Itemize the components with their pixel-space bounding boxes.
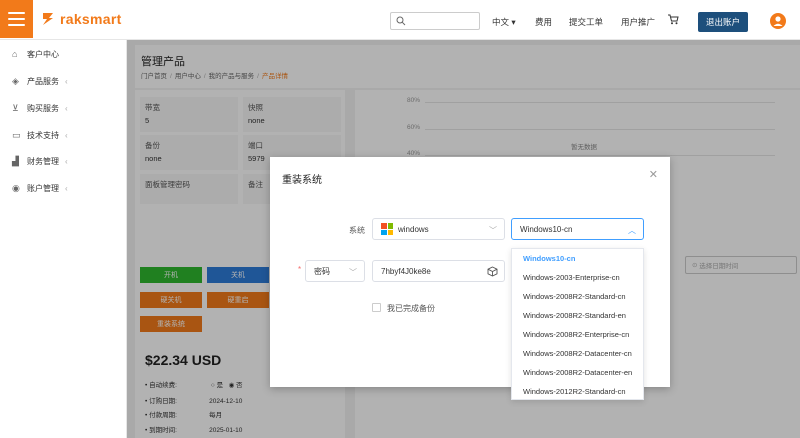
search-input[interactable] xyxy=(390,12,480,30)
os-option[interactable]: Windows-2012R2-Standard-cn xyxy=(512,382,643,399)
sidebar-item-label: 财务管理 xyxy=(27,156,59,166)
os-option[interactable]: Windows-2008R2-Enterprise-cn xyxy=(512,325,643,344)
menu-bar xyxy=(8,18,25,20)
chevron-left-icon: ‹ xyxy=(65,103,68,113)
os-version-value: Windows10-cn xyxy=(520,224,573,234)
sidebar-item-customer-center[interactable]: ⌂ 客户中心 xyxy=(12,47,59,61)
bank-icon: ▟ xyxy=(12,155,19,166)
credential-type-value: 密码 xyxy=(314,266,330,276)
windows-logo-icon xyxy=(381,223,393,235)
cart-icon[interactable] xyxy=(668,14,679,25)
os-option[interactable]: Windows-2008R2-Datacenter-cn xyxy=(512,344,643,363)
logo-icon xyxy=(43,13,53,25)
home-icon: ⌂ xyxy=(12,48,18,59)
sidebar-item-purchase[interactable]: ⊻ 购买服务 ‹ xyxy=(12,101,68,115)
dialog-title: 重装系统 xyxy=(282,175,322,186)
close-icon[interactable]: ✕ xyxy=(649,168,658,181)
sidebar-item-label: 客户中心 xyxy=(27,49,59,59)
user-avatar-icon xyxy=(773,16,783,26)
user-icon: ◉ xyxy=(12,182,20,193)
os-family-select[interactable]: windows ﹀ xyxy=(372,218,505,240)
credential-type-select[interactable]: 密码 ﹀ xyxy=(305,260,365,282)
avatar[interactable] xyxy=(770,13,786,29)
os-option[interactable]: Windows-2008R2-Standard-cn xyxy=(512,287,643,306)
os-option-selected[interactable]: Windows10-cn xyxy=(512,249,643,268)
os-option[interactable]: Windows-2008R2-Datacenter-en xyxy=(512,363,643,382)
cart-icon: ⊻ xyxy=(12,102,19,113)
nav-submit-ticket[interactable]: 提交工单 xyxy=(569,16,603,28)
system-label: 系统 xyxy=(349,226,365,235)
backup-confirm-label[interactable]: 我已完成备份 xyxy=(387,303,435,314)
os-option[interactable]: Windows-2003-Enterprise-cn xyxy=(512,268,643,287)
search-icon xyxy=(396,16,406,26)
brand-logo[interactable]: raksmart xyxy=(40,11,122,27)
sidebar-item-support[interactable]: ▭ 技术支持 ‹ xyxy=(12,128,68,142)
sidebar-item-label: 账户管理 xyxy=(27,183,59,193)
brand-name: raksmart xyxy=(60,11,122,27)
sidebar-item-label: 技术支持 xyxy=(27,130,59,140)
os-option[interactable]: Windows-2008R2-Standard-en xyxy=(512,306,643,325)
chevron-left-icon: ‹ xyxy=(65,130,68,140)
password-value: 7hbyf4J0ke8e xyxy=(381,266,431,276)
chevron-left-icon: ‹ xyxy=(65,76,68,86)
sidebar-item-products[interactable]: ◈ 产品服务 ‹ xyxy=(12,74,68,88)
top-header: raksmart 中文 ▾ 费用 提交工单 用户推广 退出账户 xyxy=(0,0,800,40)
chevron-left-icon: ‹ xyxy=(65,183,68,193)
os-version-dropdown: Windows10-cn Windows-2003-Enterprise-cn … xyxy=(511,248,644,400)
password-input[interactable]: 7hbyf4J0ke8e xyxy=(372,260,505,282)
nav-billing[interactable]: 费用 xyxy=(535,16,552,28)
os-family-value: windows xyxy=(398,224,429,234)
required-asterisk: * xyxy=(298,265,302,274)
os-version-select[interactable]: Windows10-cn ︿ xyxy=(511,218,644,240)
chevron-down-icon: ﹀ xyxy=(489,226,497,235)
cube-icon: ◈ xyxy=(12,75,19,86)
sidebar: ⌂ 客户中心 ◈ 产品服务 ‹ ⊻ 购买服务 ‹ ▭ 技术支持 ‹ ▟ 财务管理… xyxy=(0,40,127,438)
language-selector[interactable]: 中文 ▾ xyxy=(492,16,516,28)
menu-bar xyxy=(8,24,25,26)
sidebar-item-label: 购买服务 xyxy=(27,103,59,113)
logout-button[interactable]: 退出账户 xyxy=(698,12,748,32)
nav-referral[interactable]: 用户推广 xyxy=(621,16,655,28)
backup-confirm-checkbox[interactable] xyxy=(372,303,381,312)
chevron-up-icon: ︿ xyxy=(628,226,636,235)
menu-bar xyxy=(8,12,25,14)
monitor-icon: ▭ xyxy=(12,129,21,140)
sidebar-item-account[interactable]: ◉ 账户管理 ‹ xyxy=(12,181,68,195)
chevron-down-icon: ﹀ xyxy=(349,268,357,277)
generate-password-icon[interactable] xyxy=(487,266,498,277)
sidebar-item-finance[interactable]: ▟ 财务管理 ‹ xyxy=(12,154,68,168)
menu-toggle-button[interactable] xyxy=(0,0,33,38)
sidebar-item-label: 产品服务 xyxy=(27,76,59,86)
chevron-left-icon: ‹ xyxy=(65,156,68,166)
